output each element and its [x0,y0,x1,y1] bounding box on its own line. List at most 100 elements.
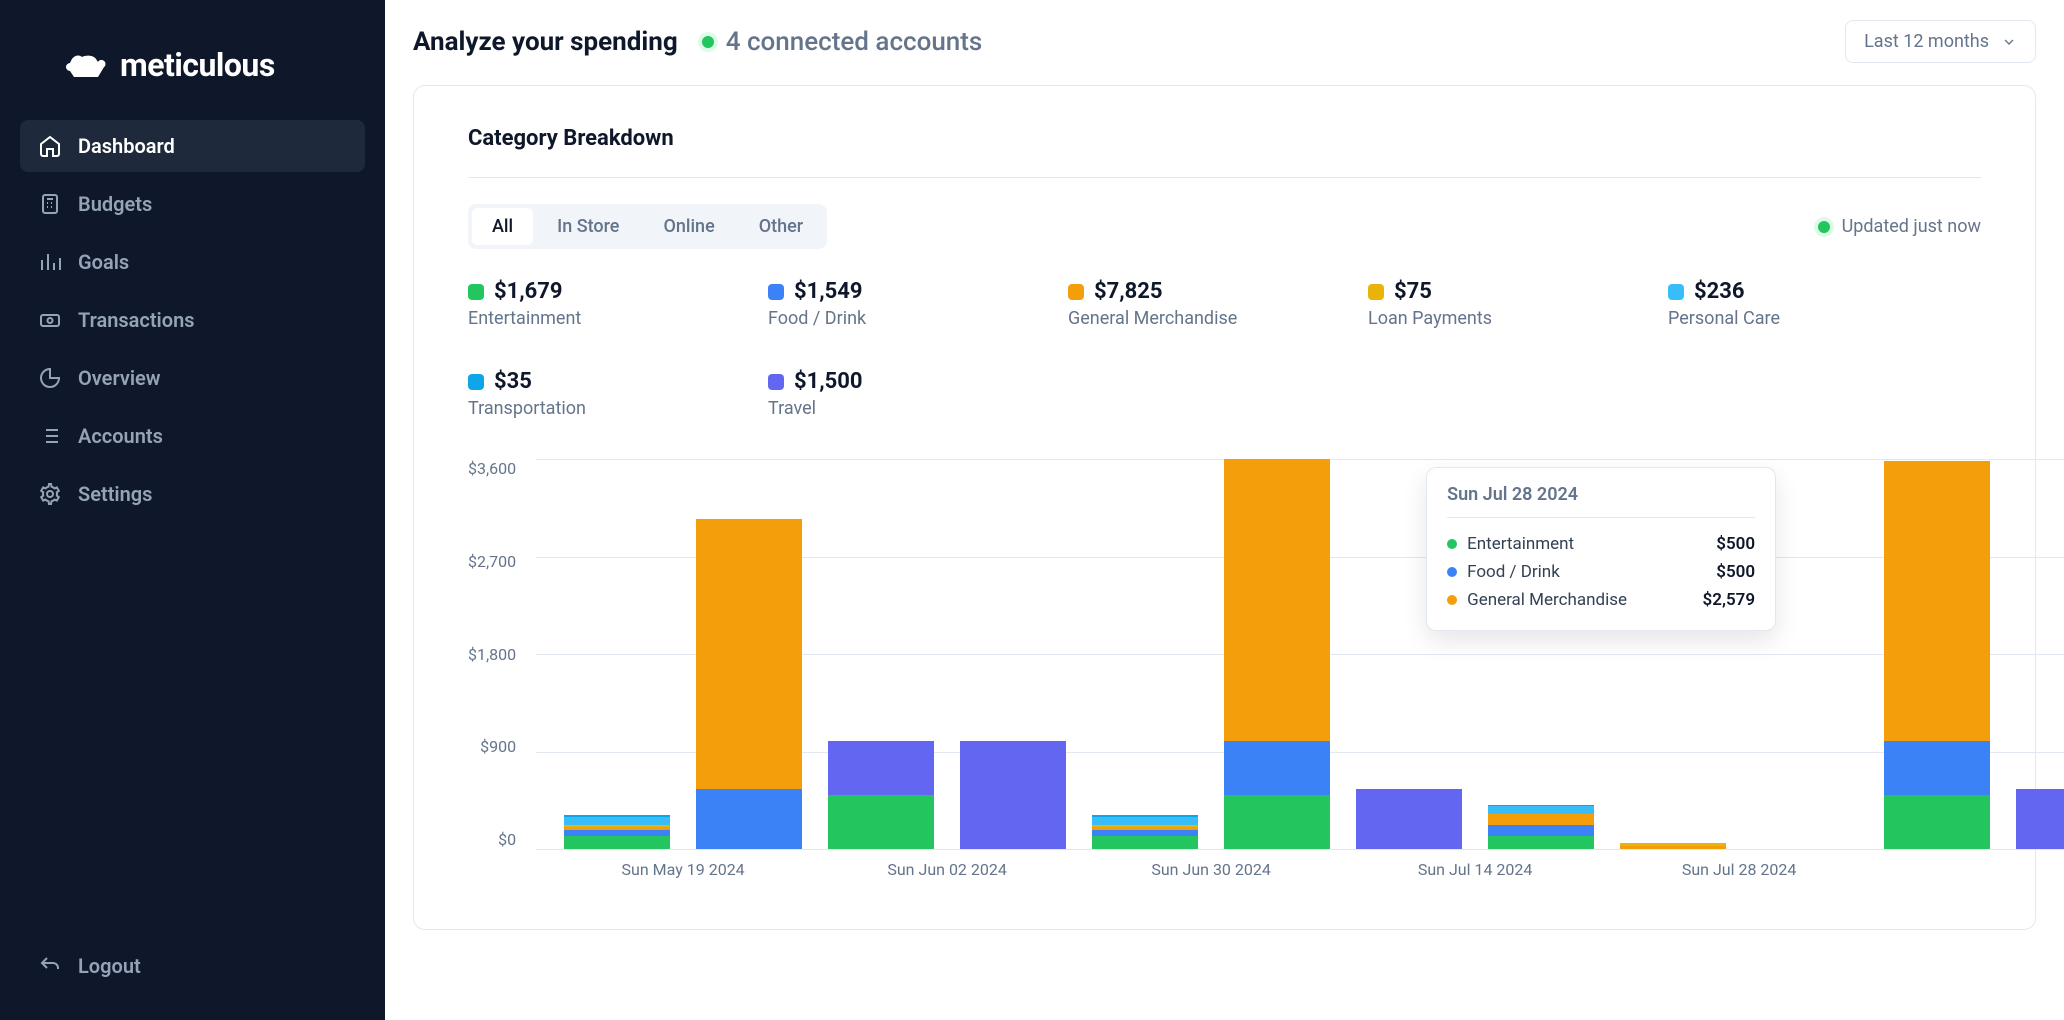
legend-label: Loan Payments [1368,308,1548,329]
y-tick: $2,700 [468,552,516,571]
bar-column[interactable] [1620,843,1726,850]
color-swatch [768,374,784,390]
bar-segment [828,741,934,795]
legend-label: Entertainment [468,308,648,329]
bar-segment [696,789,802,849]
sidebar-item-budgets[interactable]: Budgets [20,178,365,230]
y-tick: $900 [480,737,516,756]
sidebar-item-accounts[interactable]: Accounts [20,410,365,462]
legend-label: Food / Drink [768,308,948,329]
status-dot-icon [1818,221,1830,233]
updated-label: Updated just now [1842,216,1981,237]
tooltip-dot-icon [1447,567,1457,577]
connected-accounts: 4 connected accounts [702,27,983,57]
sidebar-item-label: Dashboard [78,134,175,158]
sidebar-item-transactions[interactable]: Transactions [20,294,365,346]
legend-amount: $236 [1694,279,1745,304]
tooltip-row: Entertainment$500 [1447,530,1755,558]
status-dot-icon [702,36,714,48]
tooltip-row: General Merchandise$2,579 [1447,586,1755,614]
bar-segment [1092,817,1198,826]
color-swatch [1668,284,1684,300]
bar-column[interactable] [828,741,934,849]
brand-logo: meticulous [62,46,365,84]
legend-item: $236 Personal Care [1668,279,1848,329]
x-tick: Sun Jul 14 2024 [1356,860,1594,879]
logout-label: Logout [78,954,141,978]
bar-column[interactable] [960,741,1066,849]
bar-column[interactable] [2016,789,2064,849]
bar-column[interactable] [1884,461,1990,849]
brand-name: meticulous [120,46,275,84]
bar-segment [1224,741,1330,795]
x-tick: Sun May 19 2024 [564,860,802,879]
tab-online[interactable]: Online [643,208,734,245]
tooltip-dot-icon [1447,539,1457,549]
list-icon [38,424,62,448]
sidebar-item-label: Goals [78,250,129,274]
sidebar: meticulous Dashboard Budgets Goals Transact… [0,0,385,1020]
bars-icon [38,250,62,274]
tooltip-value: $2,579 [1703,590,1756,610]
tab-other[interactable]: Other [739,208,823,245]
bar-segment [1620,846,1726,849]
sidebar-item-overview[interactable]: Overview [20,352,365,404]
chevron-down-icon [2001,34,2017,50]
category-legend: $1,679Entertainment$1,549Food / Drink$7,… [468,279,1981,419]
bar-column[interactable] [1356,789,1462,849]
tab-all[interactable]: All [472,208,533,245]
category-breakdown-card: Category Breakdown AllIn StoreOnlineOthe… [413,85,2036,930]
calculator-icon [38,192,62,216]
bar-column[interactable] [1224,459,1330,849]
period-dropdown[interactable]: Last 12 months [1845,20,2036,63]
tooltip-category: Entertainment [1467,534,1574,554]
tooltip-value: $500 [1716,562,1755,582]
color-swatch [468,374,484,390]
x-tick: Sun Jul 28 2024 [1620,860,1858,879]
undo-icon [38,954,62,978]
sidebar-item-settings[interactable]: Settings [20,468,365,520]
bar-column[interactable] [696,519,802,849]
bar-column[interactable] [1488,805,1594,849]
legend-amount: $7,825 [1094,279,1163,304]
bar-segment [564,817,670,826]
page-header: Analyze your spending 4 connected accoun… [413,20,2036,63]
accounts-label: 4 connected accounts [726,27,983,57]
bar-segment [1488,814,1594,825]
chart: $3,600$2,700$1,800$900$0 Sun May 19 2024… [468,459,1981,889]
bar-segment [1488,836,1594,849]
tooltip-dot-icon [1447,595,1457,605]
legend-amount: $1,549 [794,279,863,304]
legend-amount: $1,500 [794,369,863,394]
pie-icon [38,366,62,390]
legend-item: $7,825General Merchandise [1068,279,1248,329]
bar-segment [1488,825,1594,836]
dropdown-label: Last 12 months [1864,31,1989,52]
sidebar-bottom: Logout [20,940,365,992]
tooltip-title: Sun Jul 28 2024 [1447,484,1755,518]
bar-column[interactable] [564,815,670,849]
sidebar-item-goals[interactable]: Goals [20,236,365,288]
legend-label: Personal Care [1668,308,1848,329]
legend-item: $75Loan Payments [1368,279,1548,329]
channel-tabs: AllIn StoreOnlineOther [468,204,827,249]
legend-label: Transportation [468,398,648,419]
sidebar-item-label: Transactions [78,308,195,332]
bar-segment [1884,795,1990,849]
color-swatch [1068,284,1084,300]
sidebar-item-dashboard[interactable]: Dashboard [20,120,365,172]
sidebar-item-label: Accounts [78,424,163,448]
y-axis: $3,600$2,700$1,800$900$0 [468,459,536,849]
legend-amount: $35 [494,369,532,394]
color-swatch [1368,284,1384,300]
bar-segment [696,519,802,790]
sidebar-nav: Dashboard Budgets Goals Transactions Overvie… [20,120,365,520]
bar-segment [1884,741,1990,795]
tooltip-category: Food / Drink [1467,562,1560,582]
logout-button[interactable]: Logout [20,940,365,992]
home-icon [38,134,62,158]
tooltip-row: Food / Drink $500 [1447,558,1755,586]
bar-column[interactable] [1092,815,1198,849]
bar-segment [1488,806,1594,815]
tab-in-store[interactable]: In Store [537,208,639,245]
